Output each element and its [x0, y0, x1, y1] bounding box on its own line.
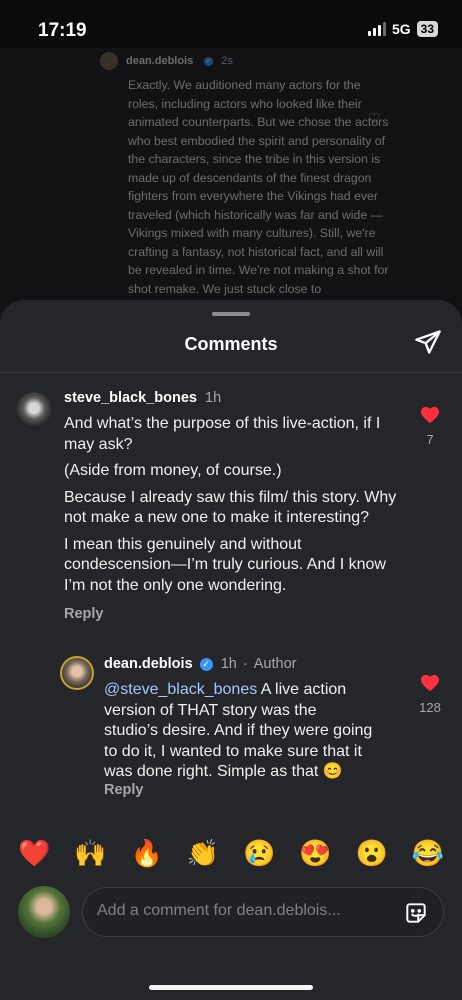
share-icon[interactable]	[414, 328, 442, 356]
like-button[interactable]: 128	[410, 674, 450, 715]
like-count: 128	[419, 700, 441, 715]
drag-handle[interactable]	[212, 312, 250, 316]
avatar	[100, 52, 118, 70]
reaction-laughing[interactable]: 😂	[406, 838, 450, 869]
comment-input[interactable]	[97, 902, 387, 920]
reaction-clap[interactable]: 👏	[181, 838, 225, 869]
battery-icon: 33	[416, 21, 438, 37]
heart-icon	[421, 674, 439, 692]
reaction-surprised[interactable]: 😮	[350, 838, 394, 869]
current-user-avatar	[18, 886, 70, 938]
verified-icon: ✓	[204, 56, 214, 66]
reaction-crying[interactable]: 😢	[237, 838, 281, 869]
avatar[interactable]	[60, 656, 94, 690]
sticker-icon[interactable]	[403, 900, 429, 926]
sheet-title: Comments	[184, 334, 278, 354]
status-time: 17:19	[38, 20, 87, 41]
heart-icon	[421, 406, 439, 424]
timestamp: 1h	[220, 656, 237, 672]
comment-paragraph: I mean this genuinely and without condes…	[64, 535, 386, 594]
comment-paragraph: And what’s the purpose of this live-acti…	[64, 415, 381, 453]
reaction-heart-eyes[interactable]: 😍	[293, 838, 337, 869]
heart-icon: ♡	[368, 110, 381, 126]
comment-text: @steve_black_bones A live action version…	[104, 680, 374, 783]
username[interactable]: steve_black_bones	[64, 390, 197, 406]
reply-button[interactable]: Reply	[64, 606, 104, 622]
author-badge: Author	[253, 656, 297, 672]
home-indicator[interactable]	[149, 985, 313, 990]
timestamp: 2s	[221, 55, 233, 67]
comment-input-container[interactable]	[82, 887, 444, 937]
reaction-fire[interactable]: 🔥	[125, 838, 169, 869]
reply-button[interactable]: Reply	[104, 782, 144, 798]
username[interactable]: dean.deblois	[104, 656, 193, 672]
like-count: 7	[426, 432, 434, 447]
comment-paragraph: Because I already saw this film/ this st…	[64, 488, 397, 527]
like-button[interactable]: 7	[410, 406, 450, 447]
comment-text: And what’s the purpose of this live-acti…	[64, 414, 404, 602]
divider	[0, 372, 462, 373]
mention-link[interactable]: @steve_black_bones	[104, 681, 257, 698]
comment-text: Exactly. We auditioned many actors for t…	[128, 78, 389, 296]
verified-icon: ✓	[199, 657, 213, 671]
reaction-heart[interactable]: ❤️	[12, 838, 56, 869]
signal-icon	[367, 22, 386, 36]
avatar[interactable]	[16, 392, 52, 428]
timestamp: 1h	[205, 390, 222, 406]
quick-reactions-bar: ❤️ 🙌 🔥 👏 😢 😍 😮 😂	[0, 838, 462, 869]
username: dean.deblois	[126, 55, 194, 67]
separator: ·	[242, 656, 248, 672]
background-comment: dean.deblois ✓ 2s Exactly. We auditioned…	[0, 48, 462, 328]
status-indicators: 5G 33	[367, 21, 438, 37]
reaction-raised-hands[interactable]: 🙌	[68, 838, 112, 869]
network-label: 5G	[391, 21, 411, 37]
comment-paragraph: (Aside from money, of course.)	[64, 462, 282, 479]
